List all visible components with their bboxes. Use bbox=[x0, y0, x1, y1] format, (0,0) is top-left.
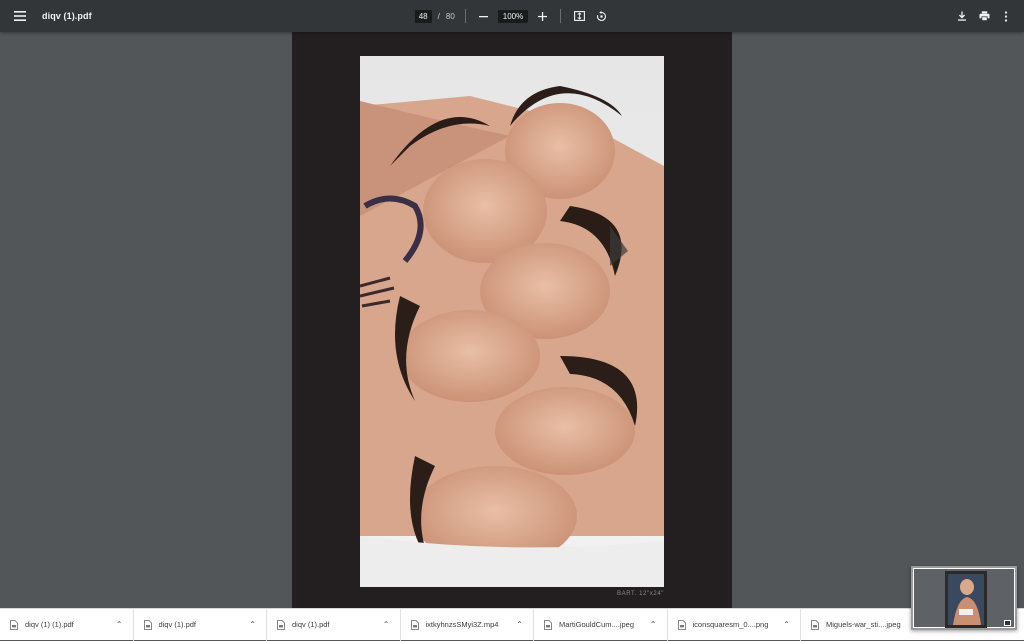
downloads-bar: diqv (1) (1).pdf ⌃ diqv (1).pdf ⌃ diqv (… bbox=[0, 608, 1024, 641]
toolbar-divider bbox=[464, 9, 466, 23]
chevron-up-icon[interactable]: ⌃ bbox=[650, 620, 657, 629]
rotate-icon[interactable] bbox=[593, 8, 609, 24]
file-icon bbox=[410, 619, 419, 630]
thumbnail-background bbox=[914, 569, 1014, 628]
download-name: diqv (1).pdf bbox=[292, 620, 330, 629]
chevron-up-icon[interactable]: ⌃ bbox=[516, 620, 523, 629]
chevron-up-icon[interactable]: ⌃ bbox=[116, 620, 123, 629]
toolbar-right bbox=[954, 0, 1014, 32]
fit-page-icon[interactable] bbox=[571, 8, 587, 24]
photo-illustration bbox=[360, 56, 664, 587]
plus-icon[interactable] bbox=[534, 8, 550, 24]
menu-icon[interactable] bbox=[12, 8, 28, 24]
page-total: 80 bbox=[445, 11, 455, 21]
more-vert-icon[interactable] bbox=[998, 8, 1014, 24]
zoom-input[interactable]: 100% bbox=[497, 9, 529, 23]
download-icon[interactable] bbox=[954, 8, 970, 24]
thumbnail-page bbox=[945, 571, 987, 628]
download-item[interactable]: MartiGouldCum....jpeg ⌃ bbox=[534, 608, 668, 641]
pdf-page: BART. 12"x24" bbox=[292, 32, 732, 608]
file-icon bbox=[143, 619, 152, 630]
toolbar-center: 48 / 80 100% bbox=[0, 0, 1024, 32]
picture-in-picture-icon[interactable] bbox=[1004, 620, 1011, 626]
minus-icon[interactable] bbox=[476, 8, 492, 24]
download-name: MartiGouldCum....jpeg bbox=[559, 620, 635, 629]
chevron-up-icon[interactable]: ⌃ bbox=[249, 620, 256, 629]
toolbar-divider bbox=[560, 9, 562, 23]
download-name: diqv (1).pdf bbox=[158, 620, 197, 629]
download-name: diqv (1) (1).pdf bbox=[25, 620, 74, 629]
thumbnail-image bbox=[948, 574, 984, 625]
download-item[interactable]: ixtkyhnzsSMyi3Z.mp4 ⌃ bbox=[401, 608, 534, 641]
page-separator: / bbox=[437, 11, 440, 21]
download-name: Miguels-war_sti....jpeg bbox=[826, 620, 901, 629]
pdf-toolbar: diqv (1).pdf 48 / 80 100% bbox=[0, 0, 1024, 32]
chevron-up-icon[interactable]: ⌃ bbox=[383, 620, 390, 629]
photo-caption: BART. 12"x24" bbox=[617, 591, 664, 597]
toolbar-left: diqv (1).pdf bbox=[12, 0, 92, 32]
file-icon bbox=[544, 619, 552, 630]
download-item[interactable]: iconsquaresm_0....png ⌃ bbox=[668, 608, 801, 641]
download-name: ixtkyhnzsSMyi3Z.mp4 bbox=[425, 620, 499, 629]
thumbnail-preview[interactable] bbox=[911, 566, 1017, 630]
download-item[interactable]: diqv (1).pdf ⌃ bbox=[134, 608, 267, 641]
chevron-up-icon[interactable]: ⌃ bbox=[783, 620, 790, 629]
pdf-viewer[interactable]: BART. 12"x24" bbox=[0, 32, 1024, 608]
page-photo bbox=[360, 56, 664, 587]
document-title: diqv (1).pdf bbox=[42, 11, 92, 21]
file-icon bbox=[10, 619, 18, 630]
download-item[interactable]: diqv (1).pdf ⌃ bbox=[267, 608, 401, 641]
file-icon bbox=[677, 619, 686, 630]
print-icon[interactable] bbox=[976, 8, 992, 24]
page-number-input[interactable]: 48 bbox=[414, 9, 432, 23]
file-icon bbox=[277, 619, 285, 630]
download-item[interactable]: diqv (1) (1).pdf ⌃ bbox=[0, 608, 134, 641]
file-icon bbox=[811, 619, 819, 630]
download-name: iconsquaresm_0....png bbox=[692, 620, 769, 629]
